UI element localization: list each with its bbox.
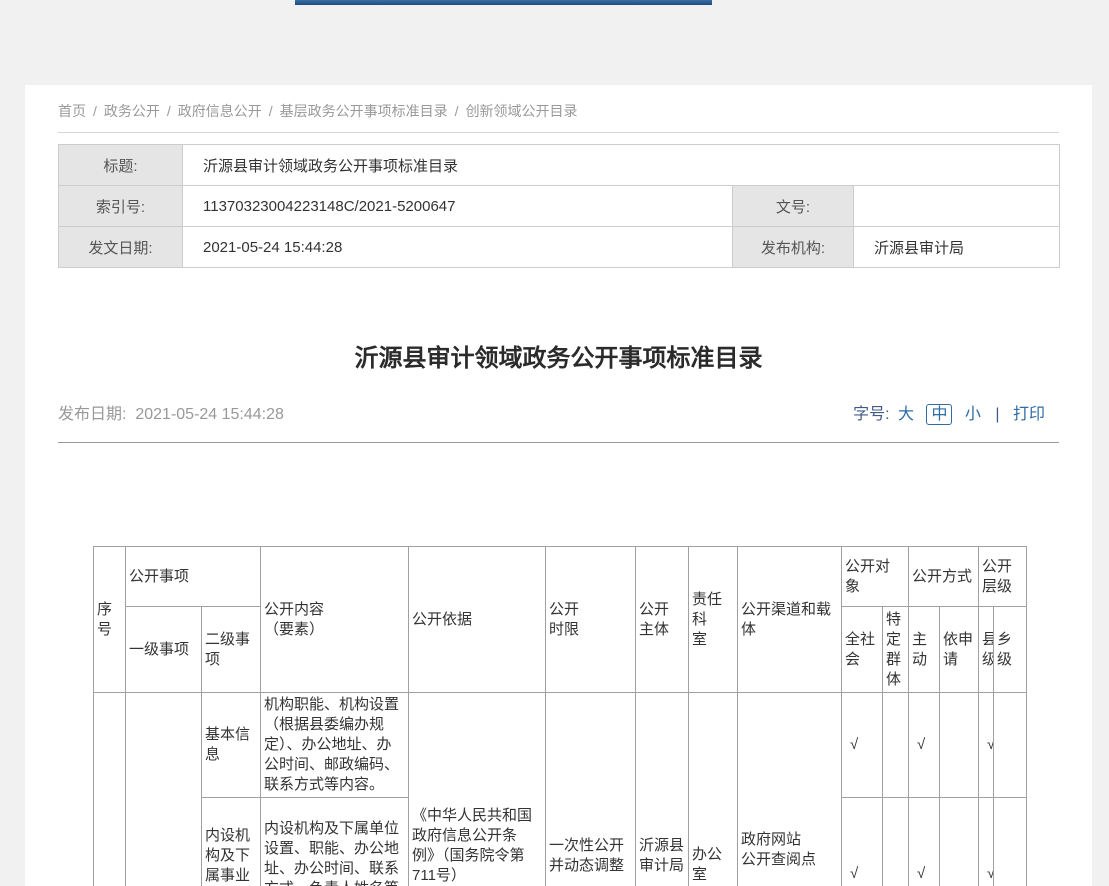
cell-level-town-check	[994, 798, 1027, 886]
divider-bar: |	[995, 406, 999, 423]
col-header-time-limit: 公开 时限	[546, 547, 636, 693]
font-size-medium-button[interactable]: 中	[926, 404, 952, 425]
cell-level-town-check	[994, 693, 1027, 798]
col-header-content: 公开内容 （要素）	[261, 547, 409, 693]
meta-date-value: 2021-05-24 15:44:28	[183, 227, 733, 268]
meta-row-index: 索引号: 11370323004223148C/2021-5200647 文号:	[59, 186, 1060, 227]
col-header-level-county: 县 级	[979, 607, 994, 693]
cell-dept: 办公室	[689, 693, 738, 886]
breadcrumb: 首页 / 政务公开 / 政府信息公开 / 基层政务公开事项标准目录 / 创新领域公开目录	[58, 100, 1059, 119]
font-size-label: 字号:	[853, 406, 889, 423]
meta-org-value: 沂源县审计局	[854, 227, 1060, 268]
cell-audience-specific-check	[883, 693, 909, 798]
publish-date: 发布日期: 2021-05-24 15:44:28	[58, 400, 284, 424]
col-header-basis: 公开依据	[409, 547, 546, 693]
cell-time-limit: 一次性公开 并动态调整	[546, 693, 636, 886]
cell-item-l1	[126, 693, 202, 886]
catalog-table: 序 号 公开事项 公开内容 （要素） 公开依据 公开 时限 公开 主体 责任科 …	[93, 546, 1027, 886]
col-header-level-town: 乡 级	[994, 607, 1027, 693]
cell-content: 内设机构及下属单位 设置、职能、办公地 址、办公时间、联系 方式、负责人姓名等	[261, 798, 409, 886]
cell-basis: 《中华人民共和国 政府信息公开条 例》（国务院令第 711号）	[409, 693, 546, 886]
publish-date-value: 2021-05-24 15:44:28	[135, 406, 284, 423]
article-meta-row: 发布日期: 2021-05-24 15:44:28 字号: 大 中 小 | 打印	[58, 401, 1059, 423]
col-header-level-group: 公开 层级	[979, 547, 1027, 607]
col-header-audience-group: 公开对 象	[842, 547, 909, 607]
meta-title-value: 沂源县审计领域政务公开事项标准目录	[183, 145, 1060, 186]
cell-audience-specific-check	[883, 798, 909, 886]
col-header-subject: 公开 主体	[636, 547, 689, 693]
meta-date-label: 发文日期:	[59, 227, 183, 268]
cell-method-request-check	[940, 798, 979, 886]
col-header-seq: 序 号	[94, 547, 126, 693]
col-header-dept: 责任科 室	[689, 547, 738, 693]
cell-subject: 沂源县 审计局	[636, 693, 689, 886]
cell-method-active-check: √	[909, 693, 940, 798]
col-header-item-l2: 二级事 项	[202, 607, 261, 693]
font-size-control: 字号: 大 中 小 | 打印	[853, 400, 1059, 424]
meta-index-value: 11370323004223148C/2021-5200647	[183, 186, 733, 227]
breadcrumb-separator: /	[167, 103, 171, 119]
col-header-method-request: 依申 请	[940, 607, 979, 693]
breadcrumb-separator: /	[455, 103, 459, 119]
meta-org-label: 发布机构:	[733, 227, 854, 268]
breadcrumb-item-zwgk[interactable]: 政务公开	[104, 103, 160, 119]
print-button[interactable]: 打印	[1013, 406, 1045, 423]
breadcrumb-separator: /	[93, 103, 97, 119]
col-header-method-group: 公开方式	[909, 547, 979, 607]
breadcrumb-item-home[interactable]: 首页	[58, 103, 86, 119]
cell-level-county-check: √	[979, 693, 994, 798]
col-header-audience-specific: 特 定 群 体	[883, 607, 909, 693]
meta-row-title: 标题: 沂源县审计领域政务公开事项标准目录	[59, 145, 1060, 186]
article-divider	[58, 442, 1059, 443]
page-title: 沂源县审计领域政务公开事项标准目录	[58, 344, 1059, 374]
col-header-channel: 公开渠道和载 体	[738, 547, 842, 693]
col-header-item-group: 公开事项	[126, 547, 261, 607]
meta-docnum-label: 文号:	[733, 186, 854, 227]
cell-item-l2: 基本信 息	[202, 693, 261, 798]
cell-method-request-check	[940, 693, 979, 798]
cell-item-l2: 内设机 构及下 属事业 单位	[202, 798, 261, 886]
cell-audience-all-check: √	[842, 798, 883, 886]
cell-method-active-check: √	[909, 798, 940, 886]
col-header-item-l1: 一级事项	[126, 607, 202, 693]
page: 首页 / 政务公开 / 政府信息公开 / 基层政务公开事项标准目录 / 创新领域公开目录 标题:…	[0, 0, 1109, 886]
cell-seq	[94, 693, 126, 886]
top-nav-bar	[295, 0, 712, 5]
meta-docnum-value	[854, 186, 1060, 227]
table-row: 基本信 息 机构职能、机构设置 （根据县委编办规 定）、办公地址、办 公时间、邮…	[94, 693, 1027, 798]
cell-channel: 政府网站 公开查阅点	[738, 693, 842, 886]
cell-level-county-check: √	[979, 798, 994, 886]
content-card: 首页 / 政务公开 / 政府信息公开 / 基层政务公开事项标准目录 / 创新领域公开目录 标题:…	[25, 85, 1092, 886]
breadcrumb-item-info[interactable]: 政府信息公开	[178, 103, 262, 119]
font-size-small-button[interactable]: 小	[965, 406, 981, 423]
col-header-audience-all: 全社 会	[842, 607, 883, 693]
meta-row-date: 发文日期: 2021-05-24 15:44:28 发布机构: 沂源县审计局	[59, 227, 1060, 268]
breadcrumb-separator: /	[269, 103, 273, 119]
cell-content: 机构职能、机构设置 （根据县委编办规 定）、办公地址、办 公时间、邮政编码、 联…	[261, 693, 409, 798]
meta-index-label: 索引号:	[59, 186, 183, 227]
publish-date-label: 发布日期:	[58, 406, 126, 423]
col-header-method-active: 主 动	[909, 607, 940, 693]
meta-title-label: 标题:	[59, 145, 183, 186]
breadcrumb-item-catalog[interactable]: 基层政务公开事项标准目录	[280, 103, 448, 119]
breadcrumb-item-current[interactable]: 创新领域公开目录	[466, 103, 578, 119]
document-meta-table: 标题: 沂源县审计领域政务公开事项标准目录 索引号: 1137032300422…	[58, 144, 1060, 268]
catalog-header-row-1: 序 号 公开事项 公开内容 （要素） 公开依据 公开 时限 公开 主体 责任科 …	[94, 547, 1027, 607]
font-size-large-button[interactable]: 大	[898, 406, 914, 423]
cell-audience-all-check: √	[842, 693, 883, 798]
breadcrumb-divider	[58, 132, 1059, 133]
